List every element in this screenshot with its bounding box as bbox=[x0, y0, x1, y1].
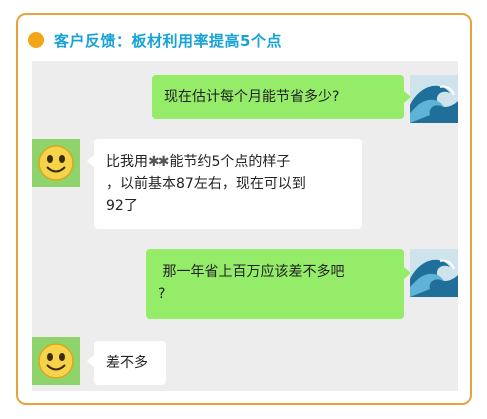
message-line: 比我用✱✱ 能节约5个点的样子 bbox=[106, 151, 350, 173]
chat-area: 现在估计每个月能节省多少? 比我用✱✱ 能节约5个点的样子 ，以前基本87左右，… bbox=[32, 61, 458, 391]
wave-avatar-icon[interactable] bbox=[410, 75, 458, 123]
bubble-tail bbox=[87, 155, 94, 167]
card-header: 客户反馈：板材利用率提高5个点 bbox=[28, 29, 282, 51]
message-line: ，以前基本87左右，现在可以到 bbox=[106, 176, 306, 192]
bubble-tail bbox=[87, 355, 94, 367]
message-line: 那一年省上百万应该差不多吧 bbox=[158, 264, 345, 280]
feedback-card: 客户反馈：板材利用率提高5个点 现在估计每个月能节省多少? 比我用✱✱ 能节约5… bbox=[16, 13, 472, 405]
message-line: 92了 bbox=[106, 198, 138, 214]
message-line: ? bbox=[158, 286, 166, 302]
message-bubble-sent: 现在估计每个月能节省多少? bbox=[152, 75, 404, 119]
card-title: 客户反馈：板材利用率提高5个点 bbox=[54, 31, 282, 50]
wave-avatar-icon[interactable] bbox=[410, 249, 458, 297]
message-bubble-received: 差不多 bbox=[94, 341, 166, 385]
message-bubble-received: 比我用✱✱ 能节约5个点的样子 ，以前基本87左右，现在可以到 92了 bbox=[94, 139, 362, 229]
message-bubble-sent: 那一年省上百万应该差不多吧 ? bbox=[146, 249, 404, 319]
message-text: 差不多 bbox=[106, 355, 148, 371]
smiley-avatar-icon[interactable] bbox=[32, 337, 80, 385]
message-text: 比我用 bbox=[106, 154, 148, 170]
smiley-avatar-icon[interactable] bbox=[32, 139, 80, 187]
message-text: 现在估计每个月能节省多少? bbox=[164, 89, 340, 105]
masked-text: ✱✱ bbox=[148, 154, 170, 170]
orange-dot-icon bbox=[28, 32, 44, 48]
message-text: 能节约5个点的样子 bbox=[169, 154, 291, 170]
